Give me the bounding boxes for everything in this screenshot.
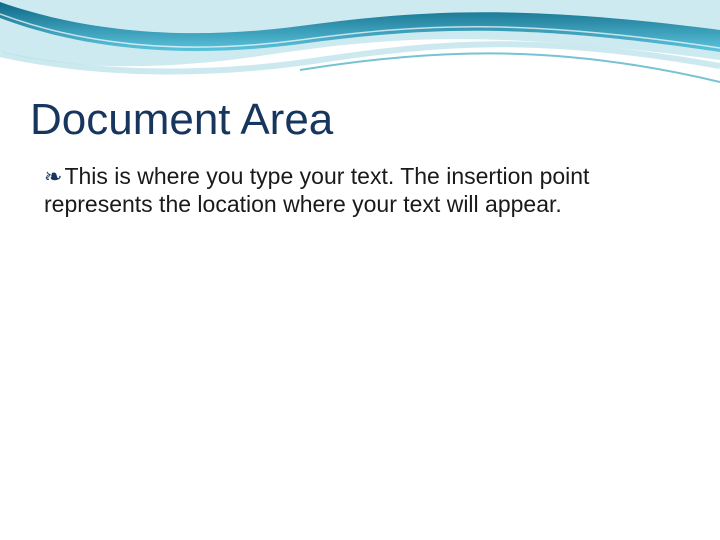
bullet-text: This is where you type your text. The in… bbox=[44, 163, 589, 217]
slide-content: Document Area ❧This is where you type yo… bbox=[30, 95, 690, 218]
bullet-item: ❧This is where you type your text. The i… bbox=[30, 163, 690, 218]
slide-title: Document Area bbox=[30, 95, 690, 145]
header-wave-decoration bbox=[0, 0, 720, 100]
bullet-icon: ❧ bbox=[44, 164, 62, 189]
